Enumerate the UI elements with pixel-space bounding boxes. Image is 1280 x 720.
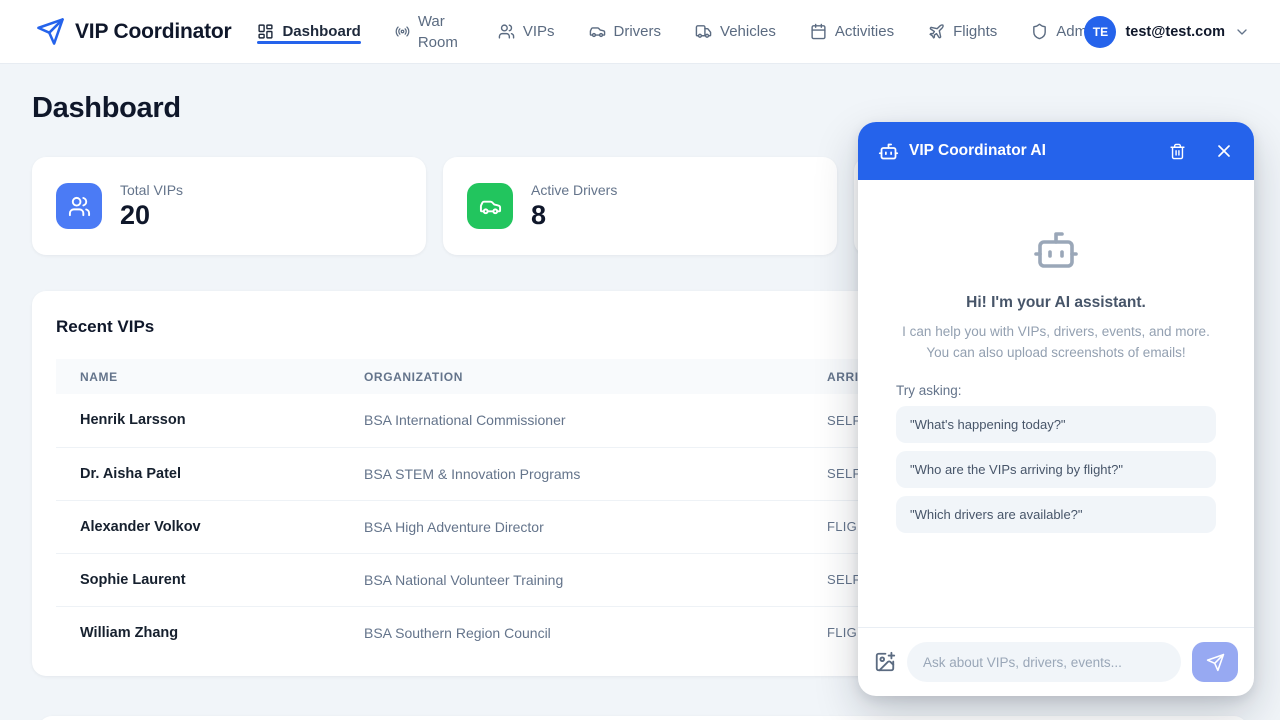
plane-icon (928, 23, 945, 40)
chat-description: I can help you with VIPs, drivers, event… (902, 321, 1210, 363)
column-header-organization: ORGANIZATION (340, 359, 803, 394)
vip-name: Sophie Laurent (56, 553, 340, 606)
stat-card-total-vips: Total VIPs 20 (32, 157, 426, 255)
nav-item-flights[interactable]: Flights (928, 0, 997, 63)
image-upload-icon[interactable] (874, 651, 896, 673)
brand[interactable]: VIP Coordinator (36, 17, 231, 46)
close-icon[interactable] (1214, 141, 1234, 161)
vip-organization: BSA STEM & Innovation Programs (340, 447, 803, 500)
vip-organization: BSA National Volunteer Training (340, 553, 803, 606)
send-button[interactable] (1192, 642, 1238, 682)
nav-item-war-room[interactable]: War Room (395, 0, 464, 63)
stat-label: Total VIPs (120, 182, 183, 198)
users-icon (498, 23, 515, 40)
top-nav: VIP Coordinator Dashboard War Room VIPs … (0, 0, 1280, 64)
nav-item-vips[interactable]: VIPs (498, 0, 555, 63)
vip-organization: BSA High Adventure Director (340, 500, 803, 553)
stat-label: Active Drivers (531, 182, 617, 198)
chat-title: VIP Coordinator AI (909, 142, 1159, 160)
car-icon (589, 23, 606, 40)
bot-icon (1032, 226, 1080, 274)
suggestion-chip[interactable]: "Which drivers are available?" (896, 496, 1216, 533)
dashboard-grid-icon (257, 23, 274, 40)
shield-icon (1031, 23, 1048, 40)
next-section-card (38, 716, 1248, 720)
nav-item-drivers[interactable]: Drivers (589, 0, 662, 63)
nav-item-dashboard[interactable]: Dashboard (257, 0, 360, 63)
suggestion-chip[interactable]: "Who are the VIPs arriving by flight?" (896, 451, 1216, 488)
send-icon (1206, 653, 1225, 672)
car-icon (467, 183, 513, 229)
chat-input-bar (858, 627, 1254, 696)
vip-organization: BSA Southern Region Council (340, 606, 803, 659)
brand-title: VIP Coordinator (75, 20, 231, 44)
account-menu[interactable]: TE test@test.com (1084, 0, 1250, 64)
users-icon (56, 183, 102, 229)
page-title: Dashboard (32, 92, 1248, 124)
truck-icon (695, 23, 712, 40)
chat-greeting: Hi! I'm your AI assistant. (966, 294, 1146, 312)
stat-card-active-drivers: Active Drivers 8 (443, 157, 837, 255)
column-header-name: NAME (56, 359, 340, 394)
vip-name: Dr. Aisha Patel (56, 447, 340, 500)
vip-organization: BSA International Commissioner (340, 394, 803, 447)
chat-header: VIP Coordinator AI (858, 122, 1254, 180)
vip-name: Alexander Volkov (56, 500, 340, 553)
avatar: TE (1084, 16, 1116, 48)
stat-value: 20 (120, 201, 183, 231)
radio-icon (395, 24, 410, 39)
chat-message-input[interactable] (907, 642, 1181, 682)
main-nav: Dashboard War Room VIPs Drivers Vehicles (257, 0, 1098, 63)
nav-item-activities[interactable]: Activities (810, 0, 894, 63)
trash-icon[interactable] (1169, 143, 1186, 160)
paper-plane-icon (36, 17, 65, 46)
stat-value: 8 (531, 201, 617, 231)
ai-chat-panel: VIP Coordinator AI Hi! I'm your AI assis… (858, 122, 1254, 696)
try-asking-label: Try asking: (896, 383, 962, 398)
vip-name: Henrik Larsson (56, 394, 340, 447)
calendar-icon (810, 23, 827, 40)
chat-empty-state: Hi! I'm your AI assistant. I can help yo… (858, 180, 1254, 627)
chevron-down-icon (1234, 24, 1250, 40)
bot-icon (878, 141, 899, 162)
nav-item-vehicles[interactable]: Vehicles (695, 0, 776, 63)
account-email: test@test.com (1125, 24, 1225, 40)
vip-name: William Zhang (56, 606, 340, 659)
suggestion-chip[interactable]: "What's happening today?" (896, 406, 1216, 443)
